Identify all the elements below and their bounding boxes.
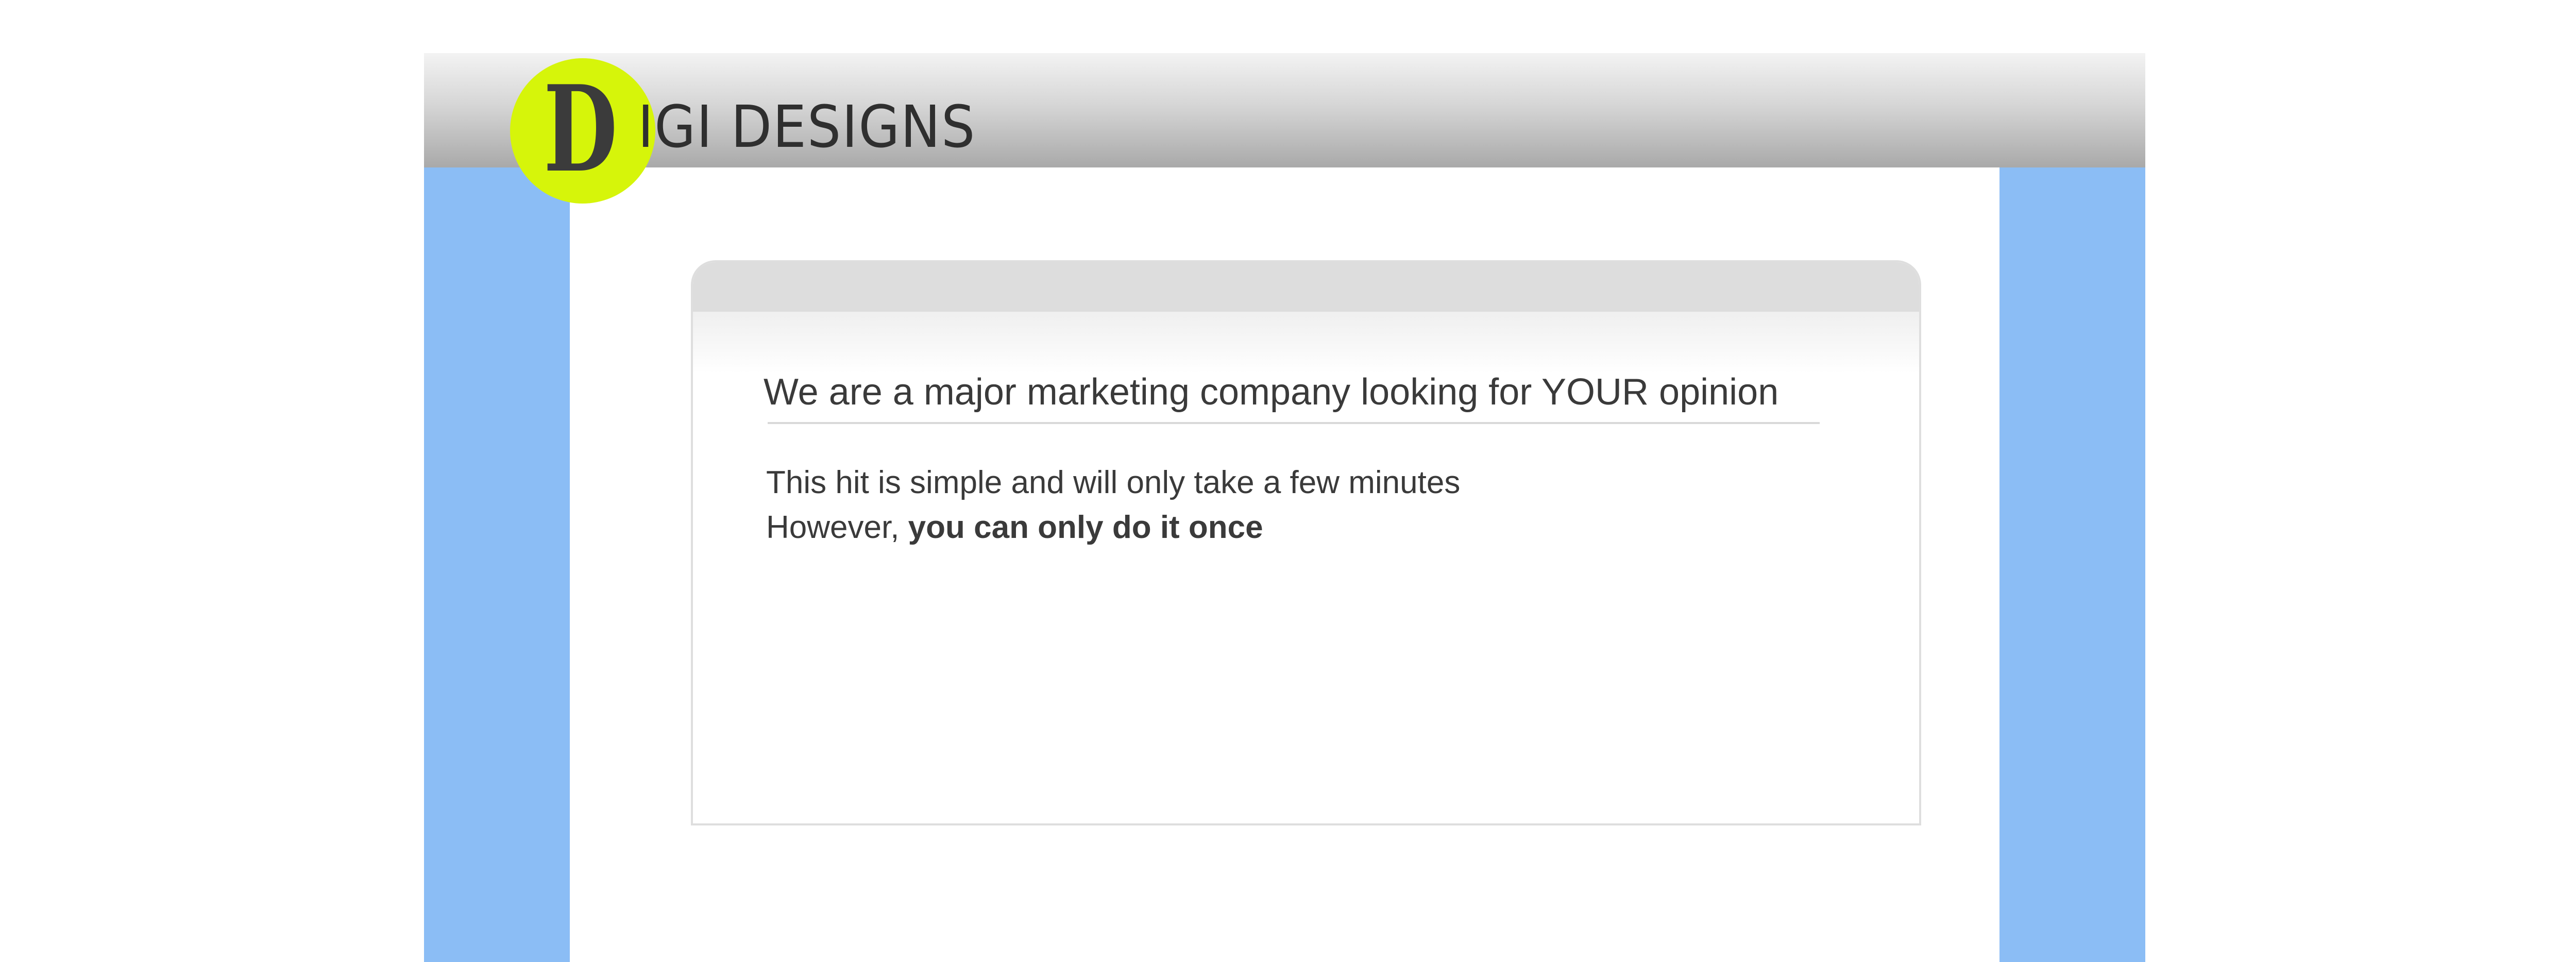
logo-wordmark: IGI DESIGNS [638,94,976,161]
right-side-panel [1999,167,2145,962]
card-warning: However, you can only do it once [766,509,1263,547]
card-heading: We are a major marketing company looking… [764,372,1779,413]
logo-badge: D [510,58,655,204]
info-card: We are a major marketing company looking… [691,260,1921,825]
heading-divider [768,422,1820,424]
logo-letter: D [544,60,618,199]
card-description: This hit is simple and will only take a … [766,465,1461,500]
card-warning-prefix: However, [766,510,908,545]
card-warning-emphasis: you can only do it once [908,510,1263,545]
left-side-panel [424,167,570,962]
page: D IGI DESIGNS We are a major marketing c… [0,0,2576,962]
card-header-band [693,262,1919,312]
